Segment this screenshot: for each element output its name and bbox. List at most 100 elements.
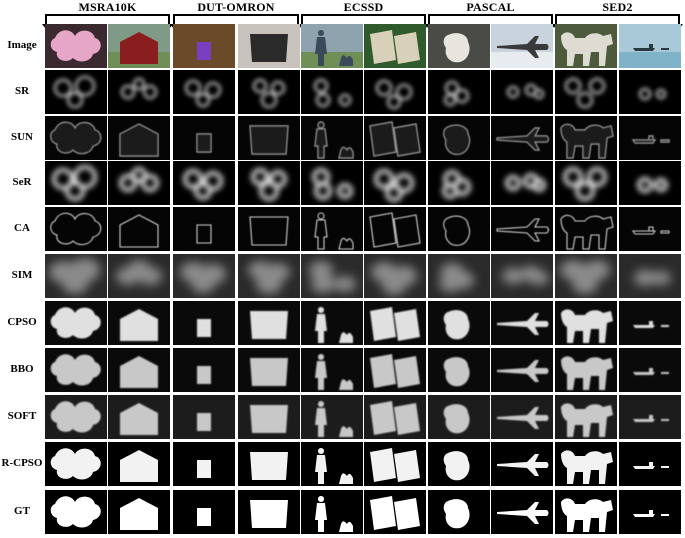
cell-bbo-barn [108,348,170,392]
row-label-sim: SIM [11,269,33,281]
cell-sr-airplane [491,70,553,114]
bbo-saliency-map-airplane [491,348,553,392]
cell-ser-lamb [428,161,490,205]
cell-sun-horses [555,116,617,160]
sim-saliency-map-fireplace [238,254,300,298]
cell-cpso-fireplace [238,301,300,345]
cell-sim-lamb [428,254,490,298]
input-image-interior [173,24,235,68]
cell-sun-boat [619,116,681,160]
ca-saliency-map-fireplace [238,207,300,251]
soft-saliency-map-boat [619,395,681,439]
gt-saliency-map-lamb [443,499,470,529]
input-image-fireplace [238,24,300,68]
soft-saliency-map-lamb [428,395,490,439]
cell-soft-airplane [491,395,553,439]
cell-cpso-boat [619,301,681,345]
cpso-saliency-map-barn [108,301,170,345]
cell-r-cpso-fireplace [238,442,300,486]
cpso-saliency-map-person [301,301,363,345]
row-label-image: Image [7,39,37,51]
cell-image-lamb [428,24,490,68]
cell-soft-person [301,395,363,439]
dataset-label: SED2 [602,0,633,14]
row-label-sr: SR [14,85,30,97]
cell-sun-orchid [45,116,107,160]
ca-saliency-map-book [364,207,426,251]
cell-sim-airplane [491,254,553,298]
cell-sim-fireplace [238,254,300,298]
cell-image-person [301,24,363,68]
cell-sr-horses [555,70,617,114]
cell-r-cpso-barn [108,442,170,486]
cell-bbo-boat [619,348,681,392]
cell-ser-book [364,161,426,205]
cell-gt-boat [619,490,681,534]
cell-ca-fireplace [238,207,300,251]
cell-gt-airplane [491,490,553,534]
cell-bbo-person [301,348,363,392]
sun-saliency-map-fireplace [238,116,300,160]
ca-saliency-map-orchid [45,207,107,251]
cpso-saliency-map-boat [619,301,681,345]
cpso-saliency-map-fireplace [238,301,300,345]
ca-saliency-map-person [301,207,363,251]
ser-saliency-map-horses [563,167,607,201]
sim-saliency-map-person [301,254,363,298]
cell-soft-interior [173,395,235,439]
cell-ser-horses [555,161,617,205]
cell-bbo-orchid [45,348,107,392]
bbo-saliency-map-book [364,348,426,392]
ca-saliency-map-boat [619,207,681,251]
sr-saliency-map-lamb [443,80,470,107]
cell-r-cpso-interior [173,442,235,486]
sr-saliency-map-interior [184,79,222,108]
ser-saliency-map-person [312,168,353,200]
sim-saliency-map-lamb [428,254,490,298]
cell-gt-interior [173,490,235,534]
cell-soft-orchid [45,395,107,439]
cell-soft-book [364,395,426,439]
ser-saliency-map-fireplace [251,168,287,201]
soft-saliency-map-airplane [491,395,553,439]
r-cpso-saliency-map-horses [561,450,613,484]
r-cpso-saliency-map-lamb [443,451,470,481]
gt-saliency-map-orchid [50,496,101,528]
sr-saliency-map-barn [120,77,158,100]
sr-saliency-map-boat [638,87,667,101]
cell-cpso-person [301,301,363,345]
cell-sim-orchid [45,254,107,298]
cell-ca-boat [619,207,681,251]
sr-saliency-map-airplane [506,83,545,100]
cell-ser-orchid [45,161,107,205]
input-image-book [364,24,426,68]
sr-saliency-map-orchid [53,75,96,109]
cell-sun-barn [108,116,170,160]
cell-cpso-lamb [428,301,490,345]
row-label-r-cpso: R-CPSO [1,457,43,469]
sun-saliency-map-lamb [428,116,490,160]
gt-saliency-map-interior [197,508,211,526]
bbo-saliency-map-interior [173,348,235,392]
ca-saliency-map-horses [555,207,617,251]
cell-sim-book [364,254,426,298]
cell-image-airplane [491,24,553,68]
cell-ca-book [364,207,426,251]
cell-ser-fireplace [238,161,300,205]
cell-r-cpso-boat [619,442,681,486]
saliency-comparison-figure: MSRA10K DUT-OMRON ECSSD PASCAL SED2 Image SR S… [0,0,685,538]
cell-sr-person [301,70,363,114]
cell-bbo-book [364,348,426,392]
dataset-header-ecssd: ECSSD [298,0,429,29]
cell-sr-lamb [428,70,490,114]
sr-saliency-map-person [313,78,352,108]
dataset-header-sed2: SED2 [552,0,683,29]
ser-saliency-map-boat [637,177,668,193]
cpso-saliency-map-book [364,301,426,345]
cell-cpso-book [364,301,426,345]
row-label-sun: SUN [10,131,33,143]
dataset-header-msra10k: MSRA10K [42,0,173,29]
soft-saliency-map-book [364,395,426,439]
sim-saliency-map-airplane [491,254,553,298]
cell-ca-lamb [428,207,490,251]
